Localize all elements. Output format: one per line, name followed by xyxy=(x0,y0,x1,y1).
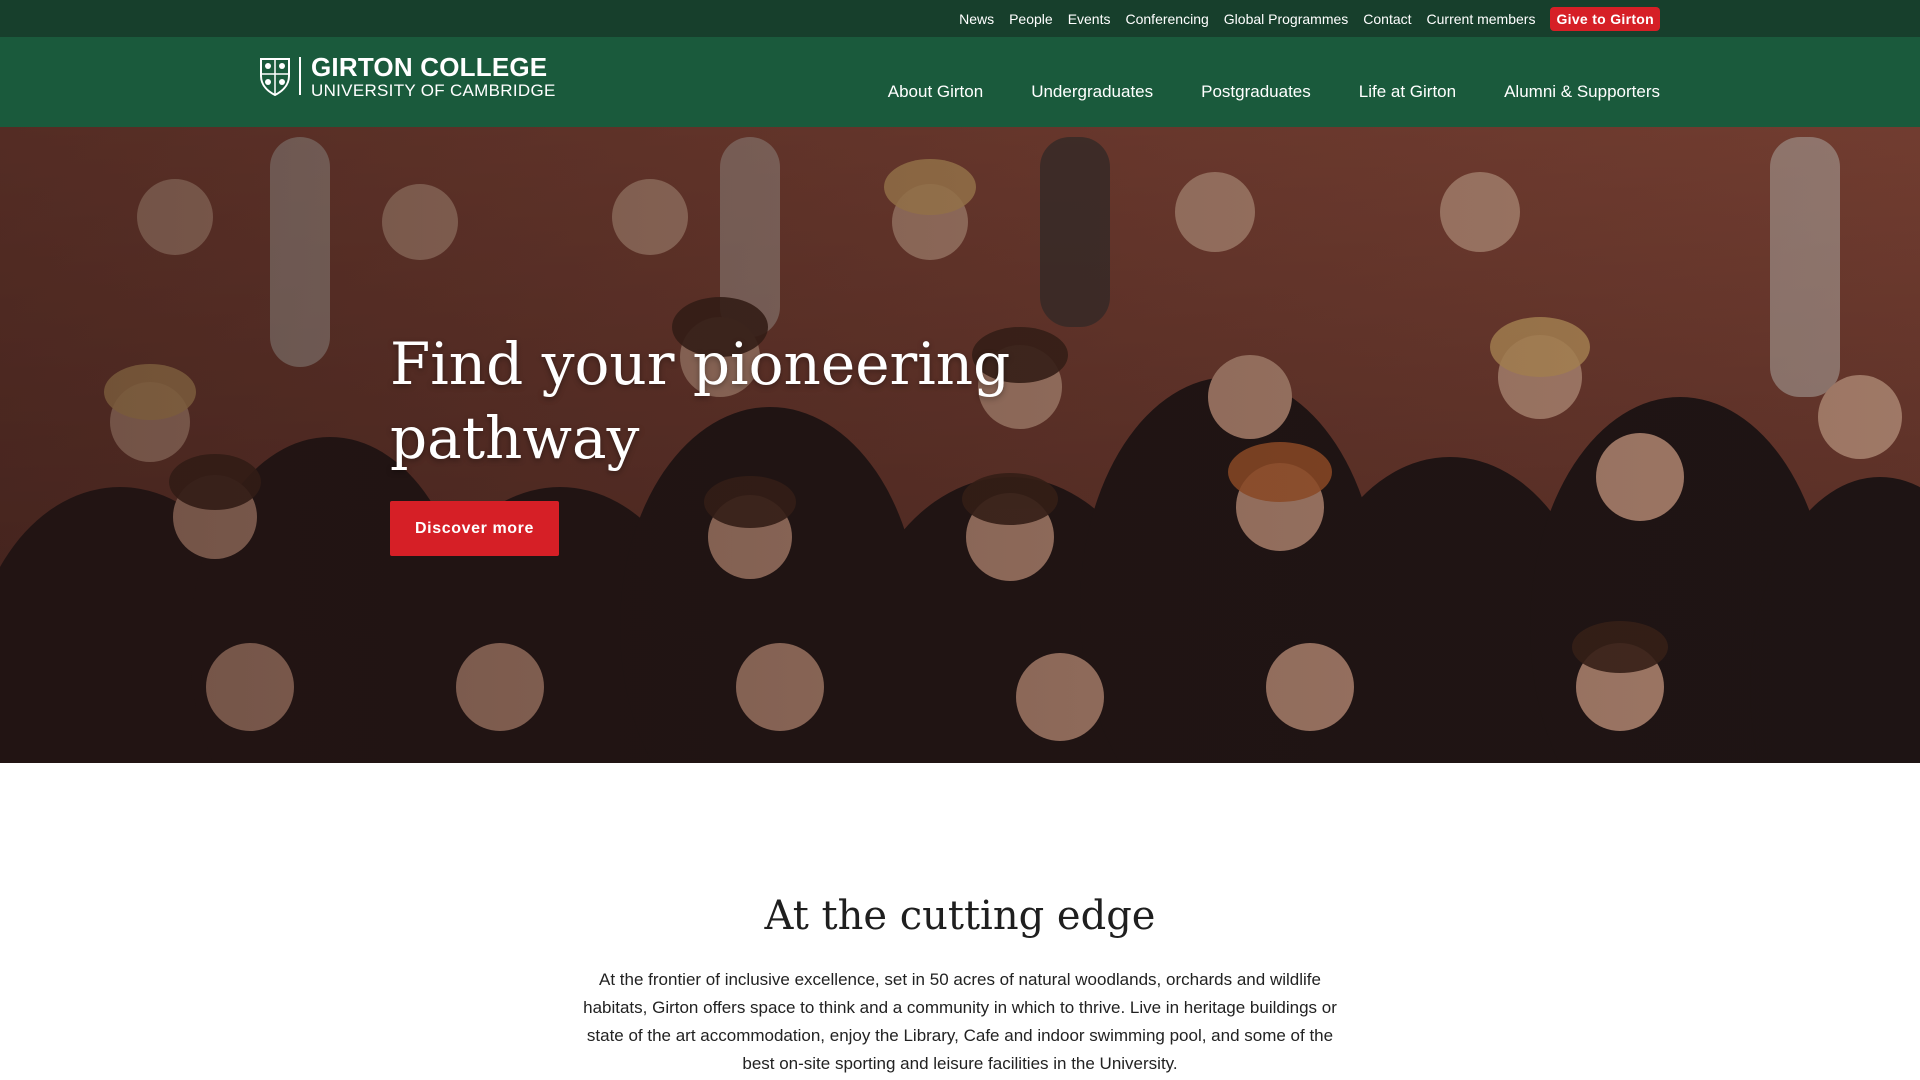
utility-link-global-programmes[interactable]: Global Programmes xyxy=(1224,11,1349,27)
utility-link-events[interactable]: Events xyxy=(1068,11,1111,27)
nav-life-at-girton[interactable]: Life at Girton xyxy=(1359,82,1456,102)
hero-content: Find your pioneering pathway Discover mo… xyxy=(390,327,1090,556)
hero-title-line-2: pathway xyxy=(390,404,640,472)
site-logo[interactable]: GIRTON COLLEGE UNIVERSITY OF CAMBRIDGE xyxy=(259,54,556,99)
utility-link-news[interactable]: News xyxy=(959,11,994,27)
utility-link-current-members[interactable]: Current members xyxy=(1427,11,1536,27)
utility-link-contact[interactable]: Contact xyxy=(1363,11,1411,27)
hero-banner: Find your pioneering pathway Discover mo… xyxy=(0,127,1920,763)
hero-title-line-1: Find your pioneering xyxy=(390,330,1011,398)
intro-section: At the cutting edge At the frontier of i… xyxy=(0,763,1920,1080)
intro-body: At the frontier of inclusive excellence,… xyxy=(583,970,1337,1073)
hero-title: Find your pioneering pathway xyxy=(390,327,1090,475)
nav-about-girton[interactable]: About Girton xyxy=(888,82,983,102)
give-to-girton-button[interactable]: Give to Girton xyxy=(1550,6,1660,31)
nav-alumni-supporters[interactable]: Alumni & Supporters xyxy=(1504,82,1660,102)
logo-name: GIRTON COLLEGE xyxy=(311,51,548,82)
logo-subtitle: UNIVERSITY OF CAMBRIDGE xyxy=(311,80,556,100)
main-header: GIRTON COLLEGE UNIVERSITY OF CAMBRIDGE A… xyxy=(0,37,1920,127)
logo-text: GIRTON COLLEGE UNIVERSITY OF CAMBRIDGE xyxy=(311,54,556,99)
utility-nav: News People Events Conferencing Global P… xyxy=(944,0,1660,37)
college-crest-icon xyxy=(260,58,290,96)
logo-divider xyxy=(299,57,301,95)
discover-more-button[interactable]: Discover more xyxy=(390,501,559,556)
nav-undergraduates[interactable]: Undergraduates xyxy=(1031,82,1153,102)
intro-heading: At the cutting edge xyxy=(764,893,1156,939)
nav-postgraduates[interactable]: Postgraduates xyxy=(1201,82,1311,102)
utility-link-people[interactable]: People xyxy=(1009,11,1053,27)
main-nav: About Girton Undergraduates Postgraduate… xyxy=(840,82,1660,102)
utility-link-conferencing[interactable]: Conferencing xyxy=(1126,11,1209,27)
utility-bar: News People Events Conferencing Global P… xyxy=(0,0,1920,37)
